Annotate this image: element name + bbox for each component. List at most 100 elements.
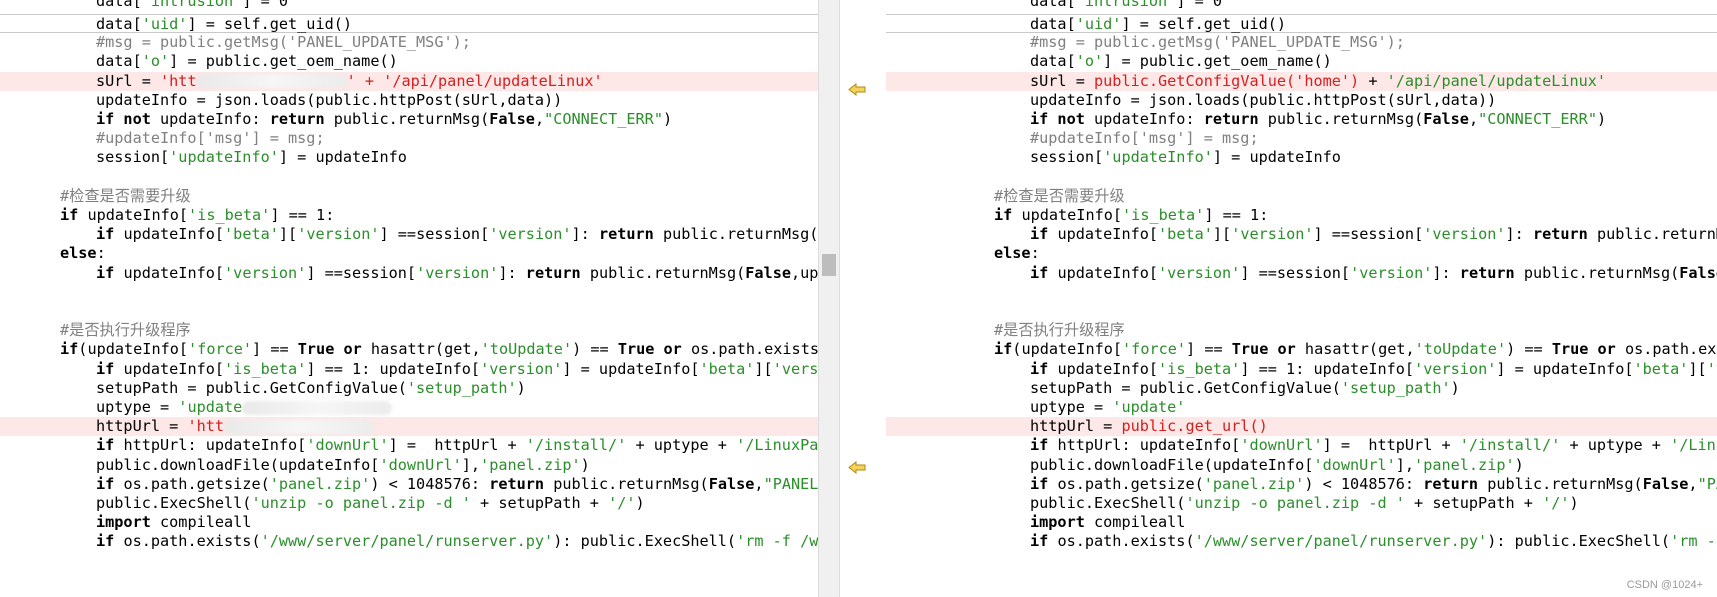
code-token: 'version' (480, 359, 563, 378)
code-token: ) (1514, 455, 1524, 474)
code-token: else (60, 244, 97, 263)
code-token: ) (1596, 110, 1607, 128)
code-line: if os.path.exists('/www/server/panel/run… (886, 532, 1717, 551)
code-line: data['o'] = public.get_oem_name() (886, 52, 1717, 71)
code-token: data[ (96, 52, 142, 71)
code-token: 'downUrl' (306, 436, 389, 455)
code-token: updateInfo[ (123, 359, 225, 378)
code-token: (updateInfo[ (1012, 340, 1123, 359)
code-token: 'panel.zip' (480, 455, 581, 474)
code-token: ]: (571, 225, 599, 244)
code-token: public.downloadFile(updateInfo[ (1030, 455, 1314, 474)
code-token: ] = httpUrl + (388, 436, 526, 455)
code-token: 'uid' (1075, 15, 1122, 33)
code-line: if updateInfo['version'] ==session['vers… (886, 264, 1717, 283)
code-token: #msg = public.getMsg('PANEL_UPDATE_MSG')… (1030, 33, 1405, 52)
code-token: if (1030, 436, 1058, 455)
code-token: 'version' (1350, 263, 1433, 282)
code-token: public.returnMsg( (1523, 263, 1680, 282)
code-line: public.downloadFile(updateInfo['downUrl'… (0, 456, 818, 475)
diff-changed-line: httpUrl = public.get_url() (886, 417, 1717, 437)
code-token: , (1688, 474, 1698, 493)
scrollbar-thumb[interactable] (822, 254, 836, 276)
code-token: 'downUrl' (379, 455, 462, 474)
code-token: 'downUrl' (1313, 455, 1396, 474)
code-token: ] = updateInfo (278, 148, 407, 167)
code-token: if (1030, 474, 1058, 493)
code-token: httpUrl: updateInfo[ (123, 436, 307, 455)
code-line: if os.path.getsize('panel.zip') < 104857… (886, 475, 1717, 494)
code-token: '/LinuxPan (736, 436, 818, 455)
code-token: httpUrl = (96, 417, 188, 436)
code-token: 'version' (1423, 225, 1506, 244)
code-token: 'update' (1112, 398, 1186, 416)
code-token: 'beta' (1158, 225, 1213, 244)
code-token: 'htt (160, 71, 197, 90)
code-token: #是否执行升级程序 (60, 321, 191, 340)
code-token: False (489, 110, 535, 128)
code-line: setupPath = public.GetConfigValue('setup… (886, 379, 1717, 398)
code-token: os.path.getsize( (123, 474, 270, 493)
copy-left-arrow-icon[interactable] (848, 461, 866, 474)
diff-changed-line: sUrl = public.GetConfigValue('home') + '… (886, 71, 1717, 91)
code-token: ) (1569, 494, 1579, 512)
code-token: updateInfo[ (1057, 263, 1159, 282)
code-token: return (525, 263, 590, 282)
code-line: data['uid'] = self.get_uid() (0, 14, 818, 34)
code-token: 'force' (188, 340, 253, 359)
code-token: 'intrusion' (141, 0, 243, 10)
code-token: ] == (1186, 340, 1232, 359)
code-token: 'uid' (141, 15, 188, 33)
code-token: ]: (498, 263, 526, 282)
code-token: 'is_beta' (1122, 206, 1205, 224)
code-line: if updateInfo['beta']['version'] ==sessi… (886, 225, 1717, 244)
code-line: if(updateInfo['force'] == True or hasatt… (886, 340, 1717, 359)
left-diff-pane[interactable]: data['intrusion'] = 0 data['uid'] = self.… (0, 0, 818, 597)
code-token: "CONNECT_ERR" (1478, 110, 1597, 128)
code-token: '/www/server/panel/runserver.py' (1194, 532, 1488, 551)
left-pane-scrollbar[interactable] (818, 0, 840, 597)
code-token: updateInfo[ (1057, 225, 1159, 244)
code-token: 'version' (1414, 359, 1497, 378)
code-token: if (96, 436, 124, 455)
code-token: ) == (572, 340, 618, 359)
diff-changed-line: httpUrl = 'htt (0, 417, 818, 437)
code-line: data['intrusion'] = 0 (886, 0, 1717, 12)
code-line: if os.path.getsize('panel.zip') < 104857… (0, 475, 818, 494)
code-token: setupPath = public.GetConfigValue( (96, 378, 407, 397)
code-token: return (1532, 225, 1597, 244)
code-token: + setupPath + (470, 494, 609, 512)
code-token: if (1030, 359, 1058, 378)
code-token: (updateInfo[ (78, 340, 189, 359)
code-line: data['intrusion'] = 0 (0, 0, 818, 12)
code-token: ][ (754, 359, 773, 378)
code-line: import compileall (886, 513, 1717, 532)
code-token: httpUrl: updateInfo[ (1057, 436, 1241, 455)
code-token: ] = updateInfo (1212, 148, 1341, 167)
code-token: ] = updateInfo[ (1496, 359, 1634, 378)
code-token: #msg = public.getMsg('PANEL_UPDATE_MSG')… (96, 33, 471, 52)
code-token: 'rm -f (1670, 532, 1717, 551)
code-line: uptype = 'update' (886, 398, 1717, 417)
code-line: if not updateInfo: return public.returnM… (0, 110, 818, 129)
code-token: ] = 0 (1176, 0, 1223, 10)
copy-left-arrow-icon[interactable] (848, 83, 866, 96)
code-line: public.ExecShell('unzip -o panel.zip -d … (886, 494, 1717, 513)
code-token: if (60, 206, 88, 224)
right-diff-pane[interactable]: data['intrusion'] = 0 data['uid'] = self.… (886, 0, 1717, 597)
code-token: ] = public.get_oem_name() (169, 52, 398, 71)
code-token: ][ (278, 225, 298, 244)
code-token: public.returnMs (1596, 225, 1717, 244)
code-token: os.path.exis (1624, 340, 1717, 359)
code-token: or (1597, 340, 1625, 359)
code-token: updateInfo = json.loads(public.httpPost(… (1030, 90, 1497, 109)
code-token: if (96, 532, 124, 551)
code-token: ] = httpUrl + (1322, 436, 1460, 455)
code-token: ]: (1505, 225, 1533, 244)
code-token: sUrl = (1030, 71, 1095, 90)
code-line: if updateInfo['is_beta'] == 1: (0, 206, 818, 225)
code-token: 'rm -f /ww (736, 532, 818, 551)
code-token: import (96, 513, 161, 532)
code-line: data['o'] = public.get_oem_name() (0, 52, 818, 71)
code-token: : (96, 244, 106, 263)
